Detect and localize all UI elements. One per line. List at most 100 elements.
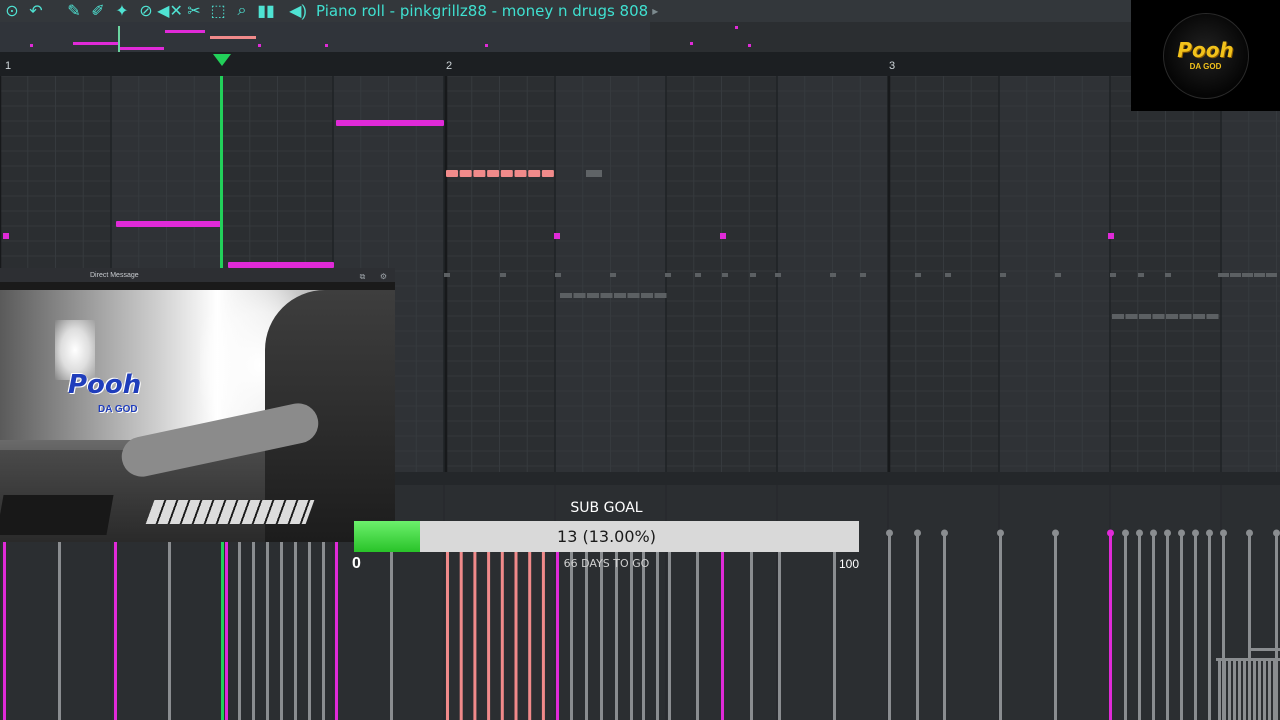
pencil-icon[interactable]: ✎ — [62, 0, 86, 22]
velocity-stem — [252, 533, 255, 720]
velocity-handle — [1122, 529, 1129, 537]
ghost-note — [600, 293, 613, 298]
note — [1108, 233, 1114, 239]
ghost-note — [1166, 314, 1178, 319]
delete-icon[interactable]: ⊘ — [134, 0, 158, 22]
select-icon[interactable]: ⬚ — [206, 0, 230, 22]
note — [487, 170, 500, 177]
ghost-note — [500, 273, 506, 277]
settings-icon[interactable]: ⚙ — [380, 272, 387, 281]
ghost-note — [1242, 273, 1253, 277]
note — [554, 233, 560, 239]
ghost-note — [610, 273, 616, 277]
note — [3, 233, 9, 239]
sub-goal-days-left: 66 DAYS TO GO — [563, 557, 650, 570]
ghost-note — [586, 170, 594, 177]
ghost-note — [1055, 273, 1061, 277]
sub-goal-progress-bar: 13 (13.00%) — [354, 521, 859, 552]
ghost-note — [555, 273, 561, 277]
velocity-stem — [1194, 533, 1197, 720]
velocity-stem — [1166, 533, 1169, 720]
velocity-handle — [1150, 529, 1157, 537]
ghost-note — [654, 293, 667, 298]
velocity-stem — [1273, 660, 1276, 720]
velocity-stem — [1138, 533, 1141, 720]
zoom-icon[interactable]: ⌕ — [230, 0, 254, 22]
stamp-icon[interactable]: ✦ — [110, 0, 134, 22]
velocity-handle — [914, 529, 921, 537]
velocity-cap — [1248, 648, 1280, 651]
velocity-stem — [1109, 533, 1112, 720]
slice-icon[interactable]: ✂ — [182, 0, 206, 22]
pattern-overview[interactable] — [0, 22, 650, 52]
velocity-stem — [1208, 533, 1211, 720]
note — [500, 170, 513, 177]
ghost-note — [665, 273, 671, 277]
playhead-marker-icon[interactable] — [213, 54, 233, 68]
ghost-note — [573, 293, 586, 298]
velocity-stem — [1218, 660, 1221, 720]
piano-roll-toolbar: ⊙ ↶ ✎ ✐ ✦ ⊘ ◀✕ ✂ ⬚ ⌕ ▮▮ ◀) Piano roll - … — [0, 0, 1280, 22]
velocity-stem — [114, 533, 117, 720]
velocity-handle — [1246, 529, 1253, 537]
menu-icon[interactable]: ⊙ — [0, 0, 24, 22]
ghost-note — [1230, 273, 1241, 277]
note — [514, 170, 527, 177]
webcam-midi-keyboard — [145, 500, 315, 524]
velocity-stem — [1258, 660, 1261, 720]
velocity-stem — [335, 533, 338, 720]
velocity-stem — [943, 533, 946, 720]
timeline-ruler[interactable]: 1 2 3 — [0, 52, 1130, 76]
mute-icon[interactable]: ◀✕ — [157, 0, 183, 22]
velocity-playhead — [221, 535, 224, 720]
velocity-stem — [1054, 533, 1057, 720]
ghost-note — [945, 273, 951, 277]
bar-number-3: 3 — [889, 60, 896, 72]
ghost-note — [750, 273, 756, 277]
webcam-watermark: Pooh — [68, 370, 142, 400]
velocity-stem — [1152, 533, 1155, 720]
velocity-handle — [1178, 529, 1185, 537]
webcam-computer-keyboard — [0, 495, 114, 535]
ghost-note — [594, 170, 602, 177]
velocity-stem — [1248, 660, 1251, 720]
beat-shade — [1221, 76, 1280, 485]
velocity-stem — [294, 533, 297, 720]
webcam-controls: ⧉ ⚙ — [350, 266, 387, 284]
velocity-handle — [1052, 529, 1059, 537]
velocity-handle — [1136, 529, 1143, 537]
bar-number-2: 2 — [446, 60, 453, 72]
velocity-stem — [888, 533, 891, 720]
title-menu-arrow-icon[interactable]: ▸ — [652, 4, 658, 18]
paint-icon[interactable]: ✐ — [86, 0, 110, 22]
piano-roll-title: Piano roll - pinkgrillz88 - money n drug… — [316, 2, 649, 20]
sub-goal-max: 100 — [838, 557, 859, 571]
ghost-note — [1266, 273, 1277, 277]
velocity-handle — [1164, 529, 1171, 537]
velocity-stem — [225, 533, 228, 720]
velocity-stem — [266, 533, 269, 720]
popout-icon[interactable]: ⧉ — [360, 272, 366, 281]
velocity-handle — [1192, 529, 1199, 537]
velocity-handle — [1107, 529, 1114, 537]
velocity-stem — [238, 533, 241, 720]
velocity-handle — [1273, 529, 1280, 537]
velocity-stem — [1268, 660, 1271, 720]
velocity-handle — [1206, 529, 1213, 537]
velocity-stem — [1180, 533, 1183, 720]
ghost-note — [1000, 273, 1006, 277]
velocity-stem — [999, 533, 1002, 720]
ghost-note — [1125, 314, 1138, 319]
note — [541, 170, 554, 177]
stream-logo: Pooh DA GOD — [1131, 0, 1280, 111]
ghost-note — [722, 273, 728, 277]
ghost-note — [587, 293, 599, 298]
play-icon[interactable]: ▮▮ — [254, 0, 278, 22]
ghost-note — [1139, 314, 1151, 319]
logo-badge: Pooh DA GOD — [1162, 12, 1249, 99]
undo-icon[interactable]: ↶ — [24, 0, 48, 22]
logo-subtext: DA GOD — [1189, 62, 1222, 71]
velocity-handle — [997, 529, 1004, 537]
speaker-icon[interactable]: ◀) — [286, 0, 310, 22]
ghost-note — [1206, 314, 1219, 319]
